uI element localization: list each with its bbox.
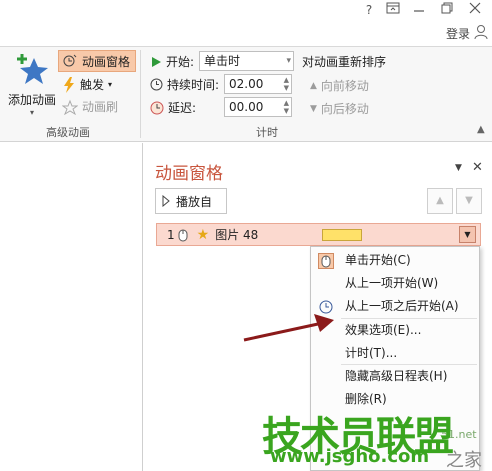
mouse-click-icon [178, 229, 188, 241]
duration-input[interactable]: 02.00 ▲ ▼ [224, 74, 292, 94]
move-later-label: 向后移动 [320, 102, 369, 116]
up-triangle-icon: ▲ [310, 80, 317, 91]
play-icon [162, 195, 170, 207]
chevron-down-icon: ▾ [286, 56, 291, 66]
menu-item-with-previous[interactable]: 从上一项开始(W) [311, 272, 479, 295]
row-dropdown-button[interactable]: ▼ [459, 226, 476, 243]
start-select[interactable]: 单击时 ▾ [199, 51, 294, 71]
trigger-button[interactable]: 触发 ▾ [62, 76, 112, 93]
move-up-button[interactable]: ▲ [427, 188, 453, 214]
mouse-click-icon [318, 253, 334, 269]
duration-label-row: 持续时间: [150, 76, 219, 93]
menu-item-label: 隐藏高级日程表(H) [345, 369, 448, 383]
duration-label: 持续时间: [167, 78, 220, 92]
menu-item-start-on-click[interactable]: 单击开始(C) [311, 249, 479, 272]
delay-input[interactable]: 00.00 ▲ ▼ [224, 97, 292, 117]
star-icon: ★ [196, 226, 210, 243]
menu-item-label: 从上一项之后开始(A) [345, 299, 459, 313]
restore-icon[interactable] [436, 2, 458, 18]
animation-pane-icon [63, 54, 77, 67]
animation-row[interactable]: 1 ★ 图片 48 ▼ [156, 223, 481, 246]
play-from-label: 播放自 [176, 194, 213, 209]
close-icon[interactable] [464, 2, 486, 18]
pane-border [142, 143, 143, 471]
help-button[interactable]: ? [358, 2, 380, 18]
login-link[interactable]: 登录 [446, 25, 470, 42]
delay-label: 延迟: [168, 101, 197, 115]
watermark-home: 之家 [446, 450, 482, 471]
move-earlier-label: 向前移动 [320, 79, 369, 93]
animation-painter-icon [62, 99, 78, 115]
move-down-button[interactable]: ▼ [456, 188, 482, 214]
row-number: 1 [167, 227, 175, 242]
duration-value: 02.00 [229, 77, 264, 91]
animation-painter-label: 动画刷 [82, 100, 119, 114]
pane-close-icon[interactable]: ✕ [472, 160, 483, 175]
clock-icon [150, 78, 163, 91]
delay-label-row: 延迟: [150, 99, 196, 116]
spinner-icon[interactable]: ▲ ▼ [284, 76, 289, 92]
menu-item-label: 从上一项开始(W) [345, 276, 439, 290]
menu-item-label: 效果选项(E)... [345, 323, 422, 337]
chevron-down-icon: ▾ [108, 80, 113, 89]
spinner-icon[interactable]: ▲ ▼ [284, 99, 289, 115]
trigger-label: 触发 [80, 78, 105, 92]
add-animation-button[interactable]: 添加动画 ▾ [8, 52, 56, 117]
advanced-animation-group-label: 高级动画 [46, 126, 90, 139]
animation-pane-label: 动画窗格 [82, 54, 131, 69]
menu-item-label: 单击开始(C) [345, 253, 411, 267]
down-triangle-icon: ▼ [310, 103, 317, 114]
chevron-down-icon: ▾ [29, 108, 34, 117]
start-label-row: 开始: [150, 53, 194, 70]
menu-item-hide-timeline[interactable]: 隐藏高级日程表(H) [311, 365, 479, 388]
move-later-button[interactable]: ▼ 向后移动 [310, 100, 369, 117]
watermark-url: www.jsgho.com [270, 446, 430, 467]
start-select-value: 单击时 [204, 54, 241, 68]
reorder-title: 对动画重新排序 [302, 55, 387, 69]
play-icon [152, 56, 161, 67]
minimize-icon[interactable] [408, 2, 430, 18]
delay-icon [150, 101, 164, 114]
timeline-bar[interactable] [322, 229, 362, 241]
annotation-arrow [243, 314, 334, 342]
timing-group-label: 计时 [256, 126, 278, 139]
ribbon-display-icon[interactable] [382, 2, 404, 18]
add-animation-label: 添加动画 [8, 93, 57, 107]
menu-item-label: 计时(T)... [345, 346, 398, 360]
animation-pane-button[interactable]: 动画窗格 [58, 50, 136, 72]
lightning-icon [64, 76, 74, 93]
collapse-ribbon-icon[interactable]: ▲ [477, 124, 485, 135]
delay-value: 00.00 [229, 100, 264, 114]
group-divider [140, 50, 141, 138]
start-label: 开始: [166, 55, 195, 69]
row-name: 图片 48 [215, 228, 259, 242]
pane-options-icon[interactable]: ▼ [455, 163, 462, 173]
add-animation-star-icon [17, 54, 48, 84]
move-earlier-button[interactable]: ▲ 向前移动 [310, 77, 369, 94]
user-icon[interactable] [474, 24, 488, 40]
pane-title: 动画窗格 [155, 164, 223, 184]
animation-painter-button[interactable]: 动画刷 [62, 98, 118, 115]
play-from-button[interactable]: 播放自 [155, 188, 227, 214]
